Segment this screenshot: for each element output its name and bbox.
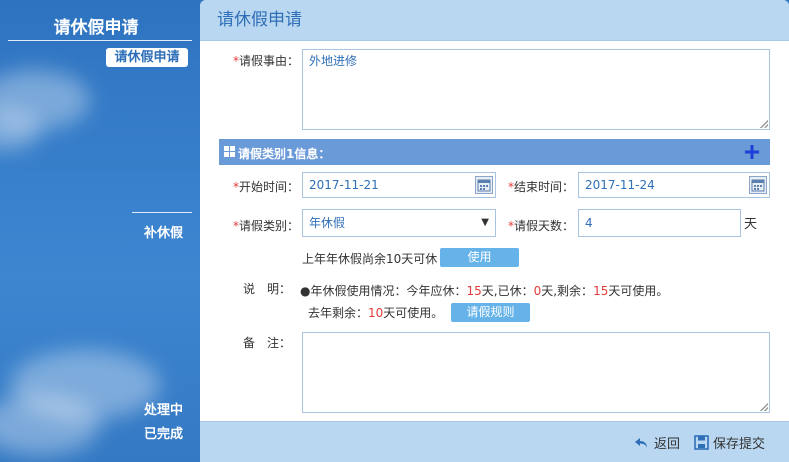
- calendar-icon[interactable]: [749, 176, 767, 194]
- resize-grip-icon[interactable]: [760, 403, 768, 411]
- description-label: 说 明：: [243, 282, 292, 296]
- sidebar-title: 请休假申请: [53, 18, 139, 38]
- back-button[interactable]: 返回: [634, 433, 680, 452]
- start-time-input[interactable]: 2017-11-21: [302, 172, 496, 198]
- start-time-value: 2017-11-21: [309, 178, 379, 192]
- leave-days-value: 4: [585, 216, 593, 230]
- resize-grip-icon[interactable]: [760, 120, 768, 128]
- leave-type-label: *请假类别：: [233, 219, 300, 233]
- grid-icon: [224, 146, 235, 157]
- last-year-note: 上年年休假尚余10天可休: [302, 252, 438, 266]
- reason-textarea[interactable]: 外地进修: [302, 49, 770, 130]
- footer-bar: 返回 保存提交: [200, 421, 789, 462]
- main-panel: 请休假申请 *请假事由： 外地进修 请假类别1信息： *开始时间： 2017-1…: [200, 0, 789, 462]
- start-time-label: *开始时间：: [233, 180, 300, 194]
- save-submit-button[interactable]: 保存提交: [694, 433, 765, 452]
- reason-value: 外地进修: [309, 54, 358, 68]
- remarks-textarea[interactable]: [302, 332, 770, 413]
- section-title: 请假类别1信息：: [238, 147, 331, 161]
- reason-label: *请假事由：: [233, 54, 300, 68]
- sidebar: 请休假申请 请休假申请 补休假 处理中 已完成: [0, 0, 200, 462]
- divider: [8, 40, 192, 41]
- save-disk-icon: [694, 435, 709, 450]
- end-time-input[interactable]: 2017-11-24: [578, 172, 770, 198]
- sidebar-item-compensatory-leave[interactable]: 补休假: [144, 222, 183, 241]
- use-button[interactable]: 使用: [440, 248, 519, 267]
- end-time-label: *结束时间：: [508, 180, 575, 194]
- leave-type-value: 年休假: [309, 216, 346, 230]
- calendar-icon[interactable]: [475, 176, 493, 194]
- sidebar-item-processing[interactable]: 处理中: [144, 399, 183, 418]
- save-label: 保存提交: [713, 437, 766, 452]
- divider: [132, 212, 192, 213]
- leave-days-label: *请假天数：: [508, 219, 575, 233]
- leave-type-section-header: 请假类别1信息：: [219, 139, 770, 165]
- days-unit: 天: [744, 217, 758, 232]
- leave-rules-button[interactable]: 请假规则: [451, 303, 530, 322]
- back-label: 返回: [654, 437, 681, 452]
- sidebar-item-leave-application[interactable]: 请休假申请: [106, 48, 188, 67]
- back-arrow-icon: [635, 437, 647, 448]
- annual-leave-usage: ●年休假使用情况：今年应休：15天,已休：0天,剩余：15天可使用。: [300, 284, 669, 298]
- caret-down-icon[interactable]: ▼: [481, 210, 489, 236]
- plus-icon[interactable]: [744, 144, 760, 160]
- sidebar-item-completed[interactable]: 已完成: [144, 423, 183, 442]
- leave-type-select[interactable]: 年休假 ▼: [302, 209, 496, 237]
- last-year-remaining: 去年剩余：10天可使用。: [308, 306, 444, 320]
- leave-days-input[interactable]: 4: [578, 209, 741, 237]
- remarks-label: 备 注：: [243, 336, 292, 350]
- page-title: 请休假申请: [200, 0, 789, 41]
- end-time-value: 2017-11-24: [585, 178, 655, 192]
